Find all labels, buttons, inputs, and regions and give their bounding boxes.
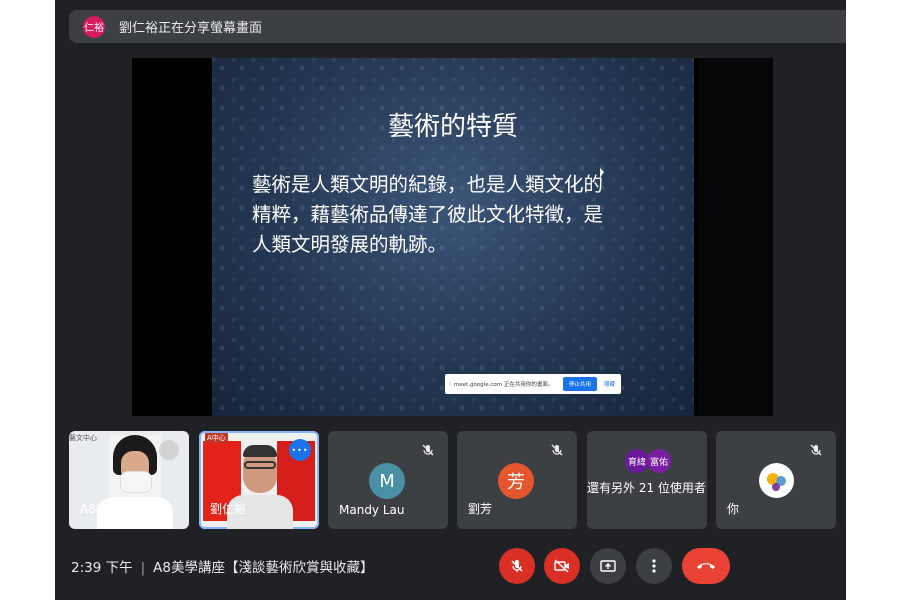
leave-call-button[interactable]: [682, 548, 730, 584]
participant-name: 劉仁裕: [210, 502, 247, 516]
meet-window: 仁裕 劉仁裕正在分享螢幕畫面 藝術的特質 藝術是人類文明的紀錄，也是人類文化的 …: [55, 0, 846, 600]
participant-chip: 育緯: [625, 449, 649, 473]
mic-off-icon: [511, 560, 523, 572]
participant-tile-fang[interactable]: 芳 劉芳: [457, 431, 577, 529]
hide-button[interactable]: 隱藏: [604, 380, 615, 388]
meeting-separator: |: [140, 560, 146, 576]
participant-tile-mandy[interactable]: M Mandy Lau: [328, 431, 448, 529]
participant-tile-liu[interactable]: A中心 ••• 劉仁裕: [199, 431, 319, 529]
video-corner-label: 藝文中心: [69, 434, 97, 442]
presenter-avatar: 仁裕: [83, 15, 105, 38]
mic-off-icon: [418, 440, 438, 460]
sharing-notification-bar: ⁞ meet.google.com 正在共用你的畫面。 停止共用 隱藏: [445, 374, 621, 394]
presentation-banner: 仁裕 劉仁裕正在分享螢幕畫面: [69, 10, 846, 43]
screen-side-panel: [698, 58, 773, 416]
video-person-glasses: [244, 461, 276, 469]
slide-body: 藝術是人類文明的紀錄，也是人類文化的 精粹，藉藝術品傳達了彼此文化特徵，是 人類…: [252, 170, 662, 260]
drag-handle-icon[interactable]: ⁞: [449, 381, 451, 388]
shared-screen: 藝術的特質 藝術是人類文明的紀錄，也是人類文化的 精粹，藉藝術品傳達了彼此文化特…: [132, 58, 773, 416]
mic-off-icon: [806, 440, 826, 460]
participant-name: A8時時: [80, 502, 120, 516]
presenting-text: 劉仁裕正在分享螢幕畫面: [119, 21, 263, 36]
video-person-hair: [243, 445, 277, 457]
video-person-mask: [120, 471, 152, 493]
participant-avatar: 芳: [498, 463, 534, 499]
participant-tile-you[interactable]: 你: [716, 431, 836, 529]
present-screen-button[interactable]: [590, 548, 626, 584]
sharing-notification-text: meet.google.com 正在共用你的畫面。: [453, 382, 554, 388]
participant-avatar: [759, 463, 794, 498]
more-options-button[interactable]: [636, 548, 672, 584]
participant-chips: 育緯 富佑: [625, 449, 671, 473]
more-participants-text: 還有另外 21 位使用者: [587, 481, 706, 495]
participant-name: 你: [727, 502, 740, 516]
participant-tile-a8[interactable]: 藝文中心 A8時時: [69, 431, 189, 529]
participant-chip: 富佑: [647, 449, 671, 473]
participant-name: Mandy Lau: [339, 503, 405, 517]
slide-body-line: 精粹，藉藝術品傳達了彼此文化特徵，是: [252, 203, 604, 226]
meeting-details: 2:39 下午 | A8美學講座【淺談藝術欣賞與收藏】: [71, 556, 374, 576]
more-vert-icon: [652, 559, 656, 573]
mic-off-icon: [547, 440, 567, 460]
meeting-time: 2:39 下午: [71, 560, 133, 576]
meeting-title[interactable]: A8美學講座【淺談藝術欣賞與收藏】: [153, 560, 373, 576]
presentation-slide: 藝術的特質 藝術是人類文明的紀錄，也是人類文化的 精粹，藉藝術品傳達了彼此文化特…: [212, 58, 694, 416]
participant-avatar: M: [369, 463, 405, 499]
speaking-indicator-icon: •••: [289, 439, 311, 461]
slide-title: 藝術的特質: [387, 112, 518, 142]
stop-sharing-button[interactable]: 停止共用: [562, 377, 597, 391]
microphone-toggle-button[interactable]: [499, 548, 535, 584]
avatar-dot: [772, 483, 780, 491]
mic-off-icon: [159, 440, 179, 460]
camera-toggle-button[interactable]: [544, 548, 580, 584]
mouse-cursor-icon: [600, 168, 604, 178]
present-icon: [600, 560, 616, 572]
camera-off-icon: [554, 559, 569, 573]
video-corner-label: A中心: [205, 433, 228, 443]
participant-name: 劉芳: [468, 502, 493, 516]
slide-body-line: 人類文明發展的軌跡。: [252, 233, 448, 256]
more-participants-tile[interactable]: 育緯 富佑 還有另外 21 位使用者: [587, 431, 707, 529]
hang-up-icon: [697, 563, 715, 569]
